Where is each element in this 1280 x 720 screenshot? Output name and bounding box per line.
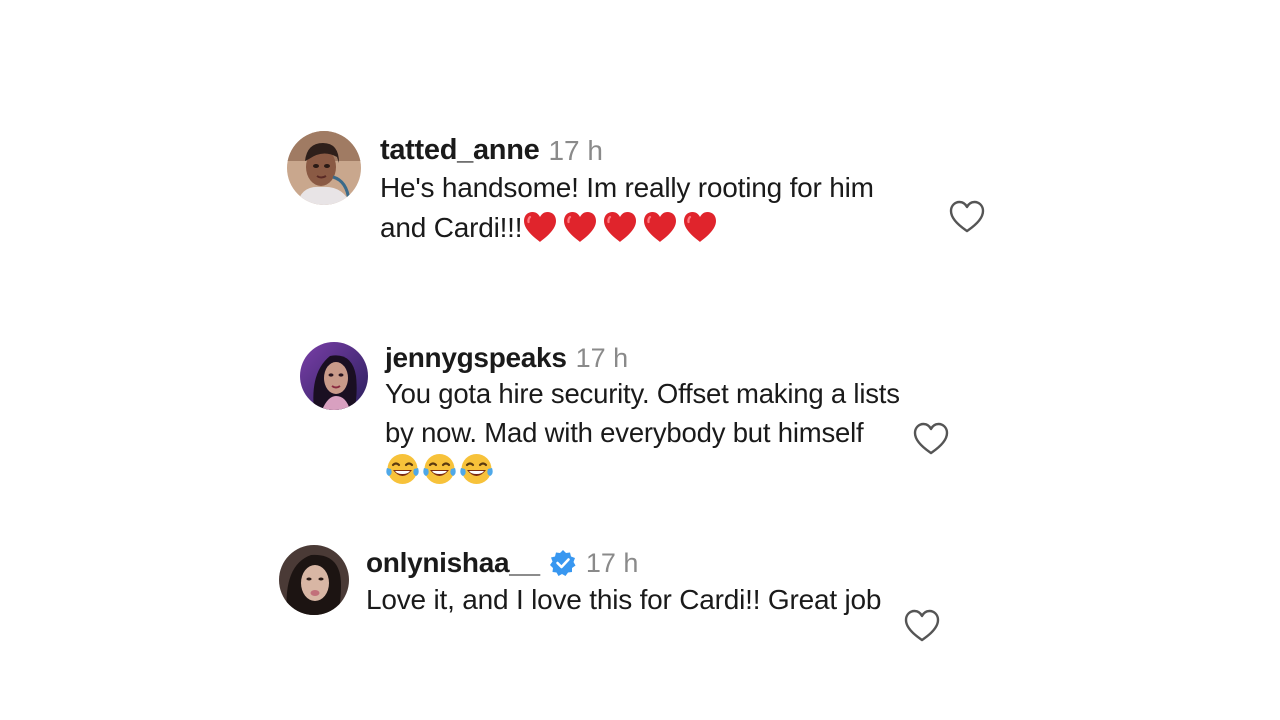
timestamp: 17 h [575, 342, 629, 373]
username[interactable]: tatted_anne [380, 134, 540, 167]
red-heart-icon [602, 211, 638, 243]
emoji-group [385, 452, 494, 486]
comment-text: Love it, and I love this for Cardi!! Gre… [366, 584, 882, 615]
collapsed-replies-line [382, 280, 582, 285]
username[interactable]: jennygspeaks [385, 342, 567, 374]
red-heart-icon [642, 211, 678, 243]
emoji-group [522, 211, 718, 243]
avatar-photo-icon [279, 545, 349, 615]
red-heart-icon [522, 211, 558, 243]
avatar-photo-icon [287, 131, 361, 205]
avatar[interactable] [287, 131, 361, 205]
like-button[interactable] [903, 609, 941, 643]
avatar-photo-icon [300, 342, 368, 410]
comment-text: You gota hire security. Offset making a … [385, 375, 905, 491]
username[interactable]: onlynishaa__ [366, 547, 540, 579]
verified-badge-icon [549, 549, 577, 577]
like-button[interactable] [912, 422, 950, 456]
heart-outline-icon [904, 609, 940, 642]
red-heart-icon [562, 211, 598, 243]
laughing-tears-icon [385, 452, 420, 486]
avatar[interactable] [279, 545, 349, 615]
heart-outline-icon [913, 422, 949, 455]
red-heart-icon [682, 211, 718, 243]
timestamp: 17 h [548, 134, 603, 166]
heart-outline-icon [949, 200, 985, 233]
comment-text: He's handsome! Im really rooting for him… [380, 172, 874, 243]
avatar[interactable] [300, 342, 368, 410]
laughing-tears-icon [459, 452, 494, 486]
like-button[interactable] [948, 200, 986, 234]
timestamp: 17 h [585, 547, 639, 578]
laughing-tears-icon [422, 452, 457, 486]
